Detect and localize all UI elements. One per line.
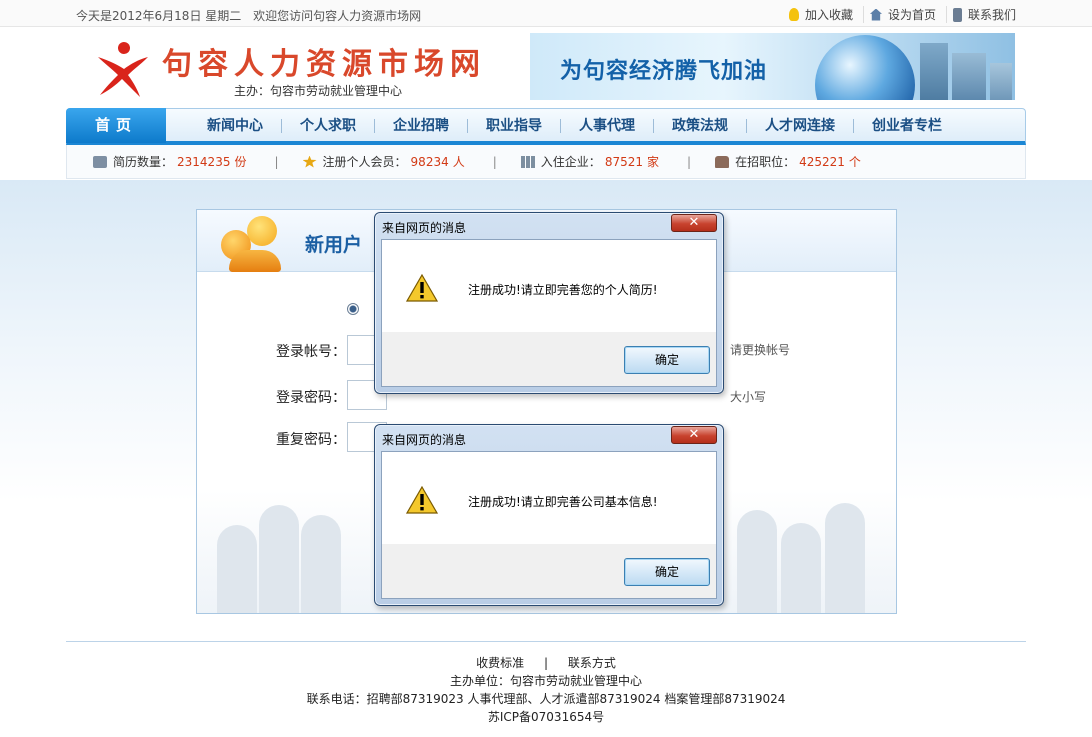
site-footer: 收费标准 | 联系方式 主办单位：句容市劳动就业管理中心 联系电话：招聘部873… [0, 654, 1092, 726]
contact-us-link[interactable]: 联系我们 [945, 6, 1016, 23]
footer-links: 收费标准 | 联系方式 [0, 654, 1092, 672]
dialog-body: 注册成功!请立即完善您的个人简历! 确定 [381, 239, 717, 387]
ok-button[interactable]: 确定 [624, 346, 710, 374]
users-icon [221, 216, 291, 272]
repeat-password-label: 重复密码： [276, 432, 346, 448]
add-favorite-label: 加入收藏 [804, 8, 853, 22]
footer-separator: | [543, 656, 549, 670]
dialog-message: 注册成功!请立即完善公司基本信息! [468, 495, 658, 509]
stat-jobs: 在招职位： 425221 个 [715, 153, 861, 170]
stat-separator: | [492, 154, 497, 169]
building-image [990, 63, 1012, 100]
login-password-label: 登录密码： [276, 390, 346, 406]
stat-separator: | [274, 154, 279, 169]
warning-icon [406, 274, 438, 302]
site-logo-icon[interactable] [94, 39, 150, 99]
stat-label: 注册个人会员： [322, 155, 407, 169]
site-header: 句容人力资源市场网 主办：句容市劳动就业管理中心 为句容经济腾飞加油 [66, 27, 1026, 107]
dialog-title: 来自网页的消息 [382, 433, 467, 447]
nav-items: 新闻中心 个人求职 企业招聘 职业指导 人事代理 政策法规 人才网连接 创业者专… [189, 109, 960, 142]
dialog-message: 注册成功!请立即完善您的个人简历! [468, 283, 658, 297]
top-bar: 今天是2012年6月18日 星期二 欢迎您访问句容人力资源市场网 加入收藏 设为… [0, 0, 1092, 27]
stat-resumes: 简历数量： 2314235 份 | [93, 153, 303, 170]
close-icon[interactable]: ✕ [671, 214, 717, 232]
footer-link-fees[interactable]: 收费标准 [476, 656, 524, 670]
contact-us-label: 联系我们 [967, 8, 1016, 22]
silhouette-image [825, 503, 865, 613]
nav-item-policy[interactable]: 政策法规 [653, 118, 746, 133]
stat-value: 98234 [410, 154, 449, 169]
top-links: 加入收藏 设为首页 联系我们 [783, 6, 1016, 23]
resume-icon [93, 155, 107, 168]
building-image [952, 53, 986, 100]
add-favorite-link[interactable]: 加入收藏 [783, 6, 853, 23]
silhouette-image [259, 505, 299, 613]
phone-icon [952, 7, 962, 22]
building-icon [520, 155, 535, 168]
nav-item-news[interactable]: 新闻中心 [189, 119, 281, 133]
nav-item-personnel-agency[interactable]: 人事代理 [560, 118, 653, 133]
silhouette-image [737, 510, 777, 613]
stat-value: 425221 [799, 154, 845, 169]
login-account-hint: 请更换帐号 [730, 343, 791, 357]
bulb-icon [788, 8, 799, 21]
main-nav: 首页 新闻中心 个人求职 企业招聘 职业指导 人事代理 政策法规 人才网连接 创… [66, 108, 1026, 145]
footer-icp[interactable]: 苏ICP备07031654号 [0, 708, 1092, 726]
nav-item-entrepreneur[interactable]: 创业者专栏 [853, 118, 960, 133]
footer-divider [66, 641, 1026, 642]
stat-separator: | [687, 154, 692, 169]
nav-item-job-seeking[interactable]: 个人求职 [281, 118, 374, 133]
site-title: 句容人力资源市场网 [162, 47, 486, 82]
dialog-title: 来自网页的消息 [382, 221, 467, 235]
stat-members: 注册个人会员： 98234 人 | [302, 153, 521, 170]
home-icon [869, 8, 882, 21]
login-password-hint: 大小写 [730, 390, 767, 404]
footer-link-contact[interactable]: 联系方式 [568, 656, 616, 670]
login-account-label: 登录帐号： [276, 344, 346, 360]
header-banner: 为句容经济腾飞加油 [530, 33, 1015, 100]
nav-item-career-guidance[interactable]: 职业指导 [467, 118, 560, 133]
message-dialog-resume: 来自网页的消息 ✕ 注册成功!请立即完善您的个人简历! 确定 [374, 212, 724, 394]
stat-label: 入住企业： [540, 155, 601, 169]
dialog-body: 注册成功!请立即完善公司基本信息! 确定 [381, 451, 717, 599]
star-icon [302, 155, 317, 168]
warning-icon [406, 486, 438, 514]
stat-unit: 家 [647, 155, 660, 169]
stat-unit: 人 [452, 155, 465, 169]
footer-host: 主办单位：句容市劳动就业管理中心 [449, 674, 642, 688]
set-homepage-link[interactable]: 设为首页 [862, 6, 936, 23]
site-sponsor: 主办：句容市劳动就业管理中心 [234, 84, 403, 98]
stat-label: 在招职位： [735, 155, 796, 169]
silhouette-image [781, 523, 821, 613]
set-homepage-label: 设为首页 [887, 8, 936, 22]
panel-title: 新用户 [305, 234, 363, 256]
stats-bar: 简历数量： 2314235 份 | 注册个人会员： 98234 人 | 入住企业… [66, 145, 1026, 179]
stat-companies: 入住企业： 87521 家 | [520, 153, 715, 170]
dialog-message-area: 注册成功!请立即完善您的个人简历! [382, 240, 716, 332]
top-bar-info: 今天是2012年6月18日 星期二 欢迎您访问句容人力资源市场网 [76, 7, 429, 24]
current-date: 今天是2012年6月18日 星期二 [76, 9, 242, 23]
stat-label: 简历数量： [113, 155, 174, 169]
stat-unit: 个 [848, 155, 861, 169]
stat-value: 2314235 [177, 154, 231, 169]
nav-item-talent-links[interactable]: 人才网连接 [746, 118, 853, 133]
welcome-text: 欢迎您访问句容人力资源市场网 [253, 9, 422, 23]
stat-unit: 份 [234, 155, 247, 169]
message-dialog-company: 来自网页的消息 ✕ 注册成功!请立即完善公司基本信息! 确定 [374, 424, 724, 606]
silhouette-image [217, 525, 257, 613]
building-image [920, 43, 948, 100]
silhouette-image [301, 515, 341, 613]
nav-item-recruitment[interactable]: 企业招聘 [374, 118, 467, 133]
dialog-message-area: 注册成功!请立即完善公司基本信息! [382, 452, 716, 544]
banner-slogan: 为句容经济腾飞加油 [560, 59, 768, 84]
ok-button[interactable]: 确定 [624, 558, 710, 586]
footer-phones: 联系电话：招聘部87319023 人事代理部、人才派遣部87319024 档案管… [306, 692, 786, 706]
nav-home[interactable]: 首页 [66, 108, 166, 143]
user-type-radio[interactable] [347, 303, 359, 315]
shirt-icon [715, 155, 730, 168]
stat-value: 87521 [604, 154, 643, 169]
globe-image [815, 35, 915, 100]
close-icon[interactable]: ✕ [671, 426, 717, 444]
